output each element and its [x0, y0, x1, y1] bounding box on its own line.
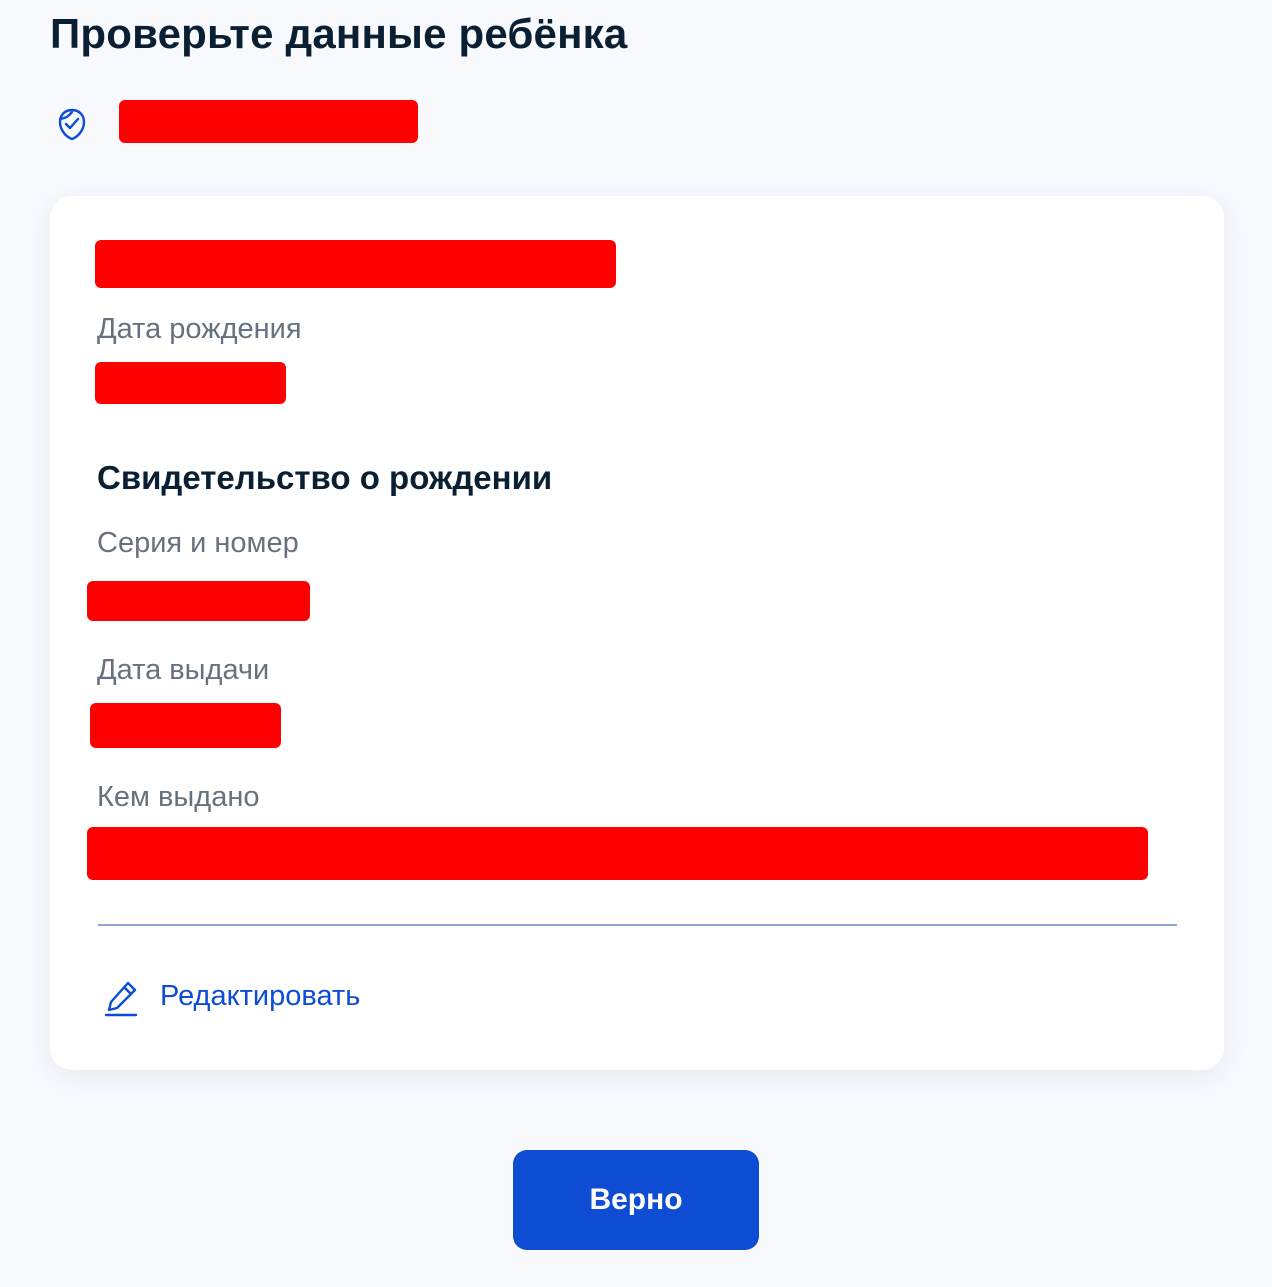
issued-by-label: Кем выдано — [97, 781, 260, 813]
page-title: Проверьте данные ребёнка — [50, 10, 628, 57]
certificate-section-title: Свидетельство о рождении — [97, 459, 553, 496]
edit-label: Редактировать — [160, 980, 361, 1012]
redacted-issued-by — [87, 827, 1148, 880]
redacted-full-name — [95, 240, 616, 288]
redacted-birth-date — [95, 362, 286, 404]
redacted-child-name — [119, 100, 418, 143]
pencil-icon — [102, 978, 142, 1018]
divider — [98, 924, 1177, 926]
issue-date-label: Дата выдачи — [97, 654, 270, 686]
confirm-button[interactable]: Верно — [513, 1150, 759, 1250]
shield-check-icon — [54, 106, 90, 142]
redacted-series-number — [87, 581, 310, 621]
child-data-card: Дата рождения Свидетельство о рождении С… — [50, 196, 1224, 1070]
birth-date-label: Дата рождения — [97, 313, 302, 345]
redacted-issue-date — [90, 703, 281, 748]
series-number-label: Серия и номер — [97, 527, 299, 559]
